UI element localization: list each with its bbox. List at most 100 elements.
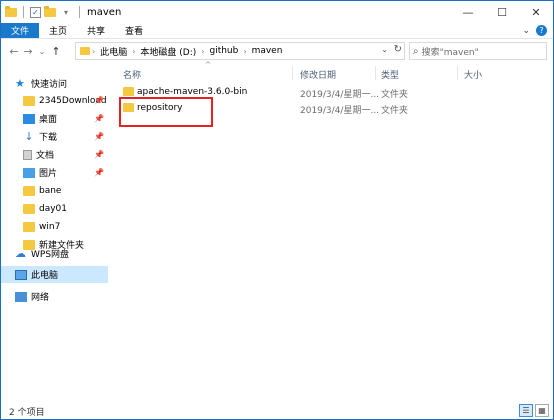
nav-item-label: 桌面 [39,115,58,125]
folder-icon [80,47,90,55]
desktop-icon [23,113,35,124]
document-icon [23,149,32,160]
nav-item-day01[interactable]: day01 [1,200,108,217]
tab-share[interactable]: 共享 [77,23,115,38]
tab-file[interactable]: 文件 [1,23,40,38]
search-icon: ⌕ [413,45,419,57]
address-bar[interactable]: › 此电脑 › 本地磁盘 (D:) › github › maven ⌄ ↻ [75,42,405,60]
chevron-right-icon[interactable]: › [241,47,248,56]
nav-item-label: 网络 [31,293,50,303]
sort-ascending-icon: ^ [205,61,211,69]
pin-icon: 📌 [94,168,104,177]
file-name: apache-maven-3.6.0-bin [137,87,248,97]
nav-item-label: day01 [39,203,68,214]
navigation-pane: ★ 快速访问 2345Download 📌 桌面 📌 ↓ 下载 📌 文档 📌 图… [1,65,108,401]
nav-item-quick-access[interactable]: ★ 快速访问 [1,75,108,92]
large-icons-view-icon[interactable]: ▦ [535,404,549,417]
nav-item-2345download[interactable]: 2345Download 📌 [1,92,108,109]
cloud-icon: ☁ [15,246,26,260]
network-icon [15,291,27,302]
star-icon: ★ [15,76,25,90]
column-divider[interactable] [457,66,458,80]
folder-icon [5,5,17,17]
pin-icon: 📌 [94,114,104,123]
column-headers: ^ 名称 修改日期 类型 大小 [117,61,553,82]
chevron-right-icon: › [92,46,96,56]
pin-icon: 📌 [94,96,104,105]
picture-icon [23,167,35,178]
nav-item-label: bane [39,185,62,196]
nav-item-bane[interactable]: bane [1,182,108,199]
quick-access-dropdown-icon[interactable]: ▾ [59,8,73,17]
column-header-size[interactable]: 大小 [464,68,482,81]
column-header-date[interactable]: 修改日期 [300,68,336,81]
status-bar: 2 个项目 ☰ ▦ [1,403,553,419]
nav-item-label: WPS网盘 [31,250,70,260]
nav-item-wps-drive[interactable]: ☁ WPS网盘 [1,245,108,262]
pin-icon: 📌 [94,132,104,141]
file-date: 2019/3/4/星期一... [300,90,380,100]
folder-icon [23,185,35,196]
computer-icon [15,269,27,280]
folder-icon [23,203,35,214]
nav-item-network[interactable]: 网络 [1,288,108,305]
highlight-box [119,97,213,127]
forward-button[interactable]: → [21,45,35,58]
maximize-button[interactable]: ☐ [485,1,519,23]
file-type: 文件夹 [381,106,409,116]
column-divider[interactable] [292,66,293,80]
chevron-right-icon[interactable]: › [199,47,206,56]
nav-item-label: 快速访问 [31,80,68,90]
address-row: ← → ⌄ ↑ › 此电脑 › 本地磁盘 (D:) › github › mav… [1,40,553,62]
tab-home[interactable]: 主页 [39,23,77,38]
minimize-button[interactable]: — [451,1,485,23]
search-placeholder: 搜索"maven" [421,47,479,58]
title-bar: ✓ ▾ maven — ☐ ✕ [1,1,553,23]
item-count: 2 个项目 [9,407,45,418]
nav-item-pictures[interactable]: 图片 📌 [1,164,108,181]
recent-locations-icon[interactable]: ⌄ [35,47,49,56]
column-header-type[interactable]: 类型 [381,68,399,81]
folder-icon [123,87,134,96]
ribbon-tabs: 文件 主页 共享 查看 ⌄ ? [1,23,553,39]
breadcrumb-local-disk[interactable]: 本地磁盘 (D:) [137,45,199,58]
nav-item-label: win7 [39,221,61,232]
breadcrumb-this-pc[interactable]: 此电脑 [97,45,130,58]
nav-item-desktop[interactable]: 桌面 📌 [1,110,108,127]
download-icon: ↓ [24,129,34,143]
nav-item-label: 此电脑 [31,271,59,281]
nav-item-this-pc[interactable]: 此电脑 [1,266,108,283]
refresh-icon[interactable]: ↻ [394,44,402,55]
column-header-name[interactable]: 名称 [123,68,141,81]
folder-icon [23,221,35,232]
tab-view[interactable]: 查看 [115,23,153,38]
properties-icon[interactable]: ✓ [30,6,41,18]
back-button[interactable]: ← [7,45,21,58]
help-icon[interactable]: ? [536,25,547,36]
chevron-right-icon[interactable]: › [130,47,137,56]
address-dropdown-icon[interactable]: ⌄ [381,45,388,54]
up-button[interactable]: ↑ [49,45,63,58]
divider [23,6,24,18]
search-box[interactable]: ⌕ 搜索"maven" [409,42,547,60]
close-button[interactable]: ✕ [519,1,553,23]
window-title: maven [87,6,122,18]
file-date: 2019/3/4/星期一... [300,106,380,116]
breadcrumb-github[interactable]: github [206,46,241,56]
pin-icon: 📌 [94,150,104,159]
file-type: 文件夹 [381,90,409,100]
nav-item-win7[interactable]: win7 [1,218,108,235]
details-view-icon[interactable]: ☰ [519,404,533,417]
nav-item-label: 文档 [36,151,55,161]
nav-item-downloads[interactable]: ↓ 下载 📌 [1,128,108,145]
divider [79,6,80,18]
nav-item-label: 下载 [39,133,58,143]
column-divider[interactable] [375,66,376,80]
folder-icon [23,95,35,106]
nav-item-label: 图片 [39,169,58,179]
nav-item-documents[interactable]: 文档 📌 [1,146,108,163]
new-folder-icon[interactable] [44,5,56,17]
expand-ribbon-icon[interactable]: ⌄ [522,26,530,36]
explorer-window: ✓ ▾ maven — ☐ ✕ 文件 主页 共享 查看 ⌄ ? ← → ⌄ ↑ … [0,0,554,420]
breadcrumb-maven[interactable]: maven [249,46,286,56]
